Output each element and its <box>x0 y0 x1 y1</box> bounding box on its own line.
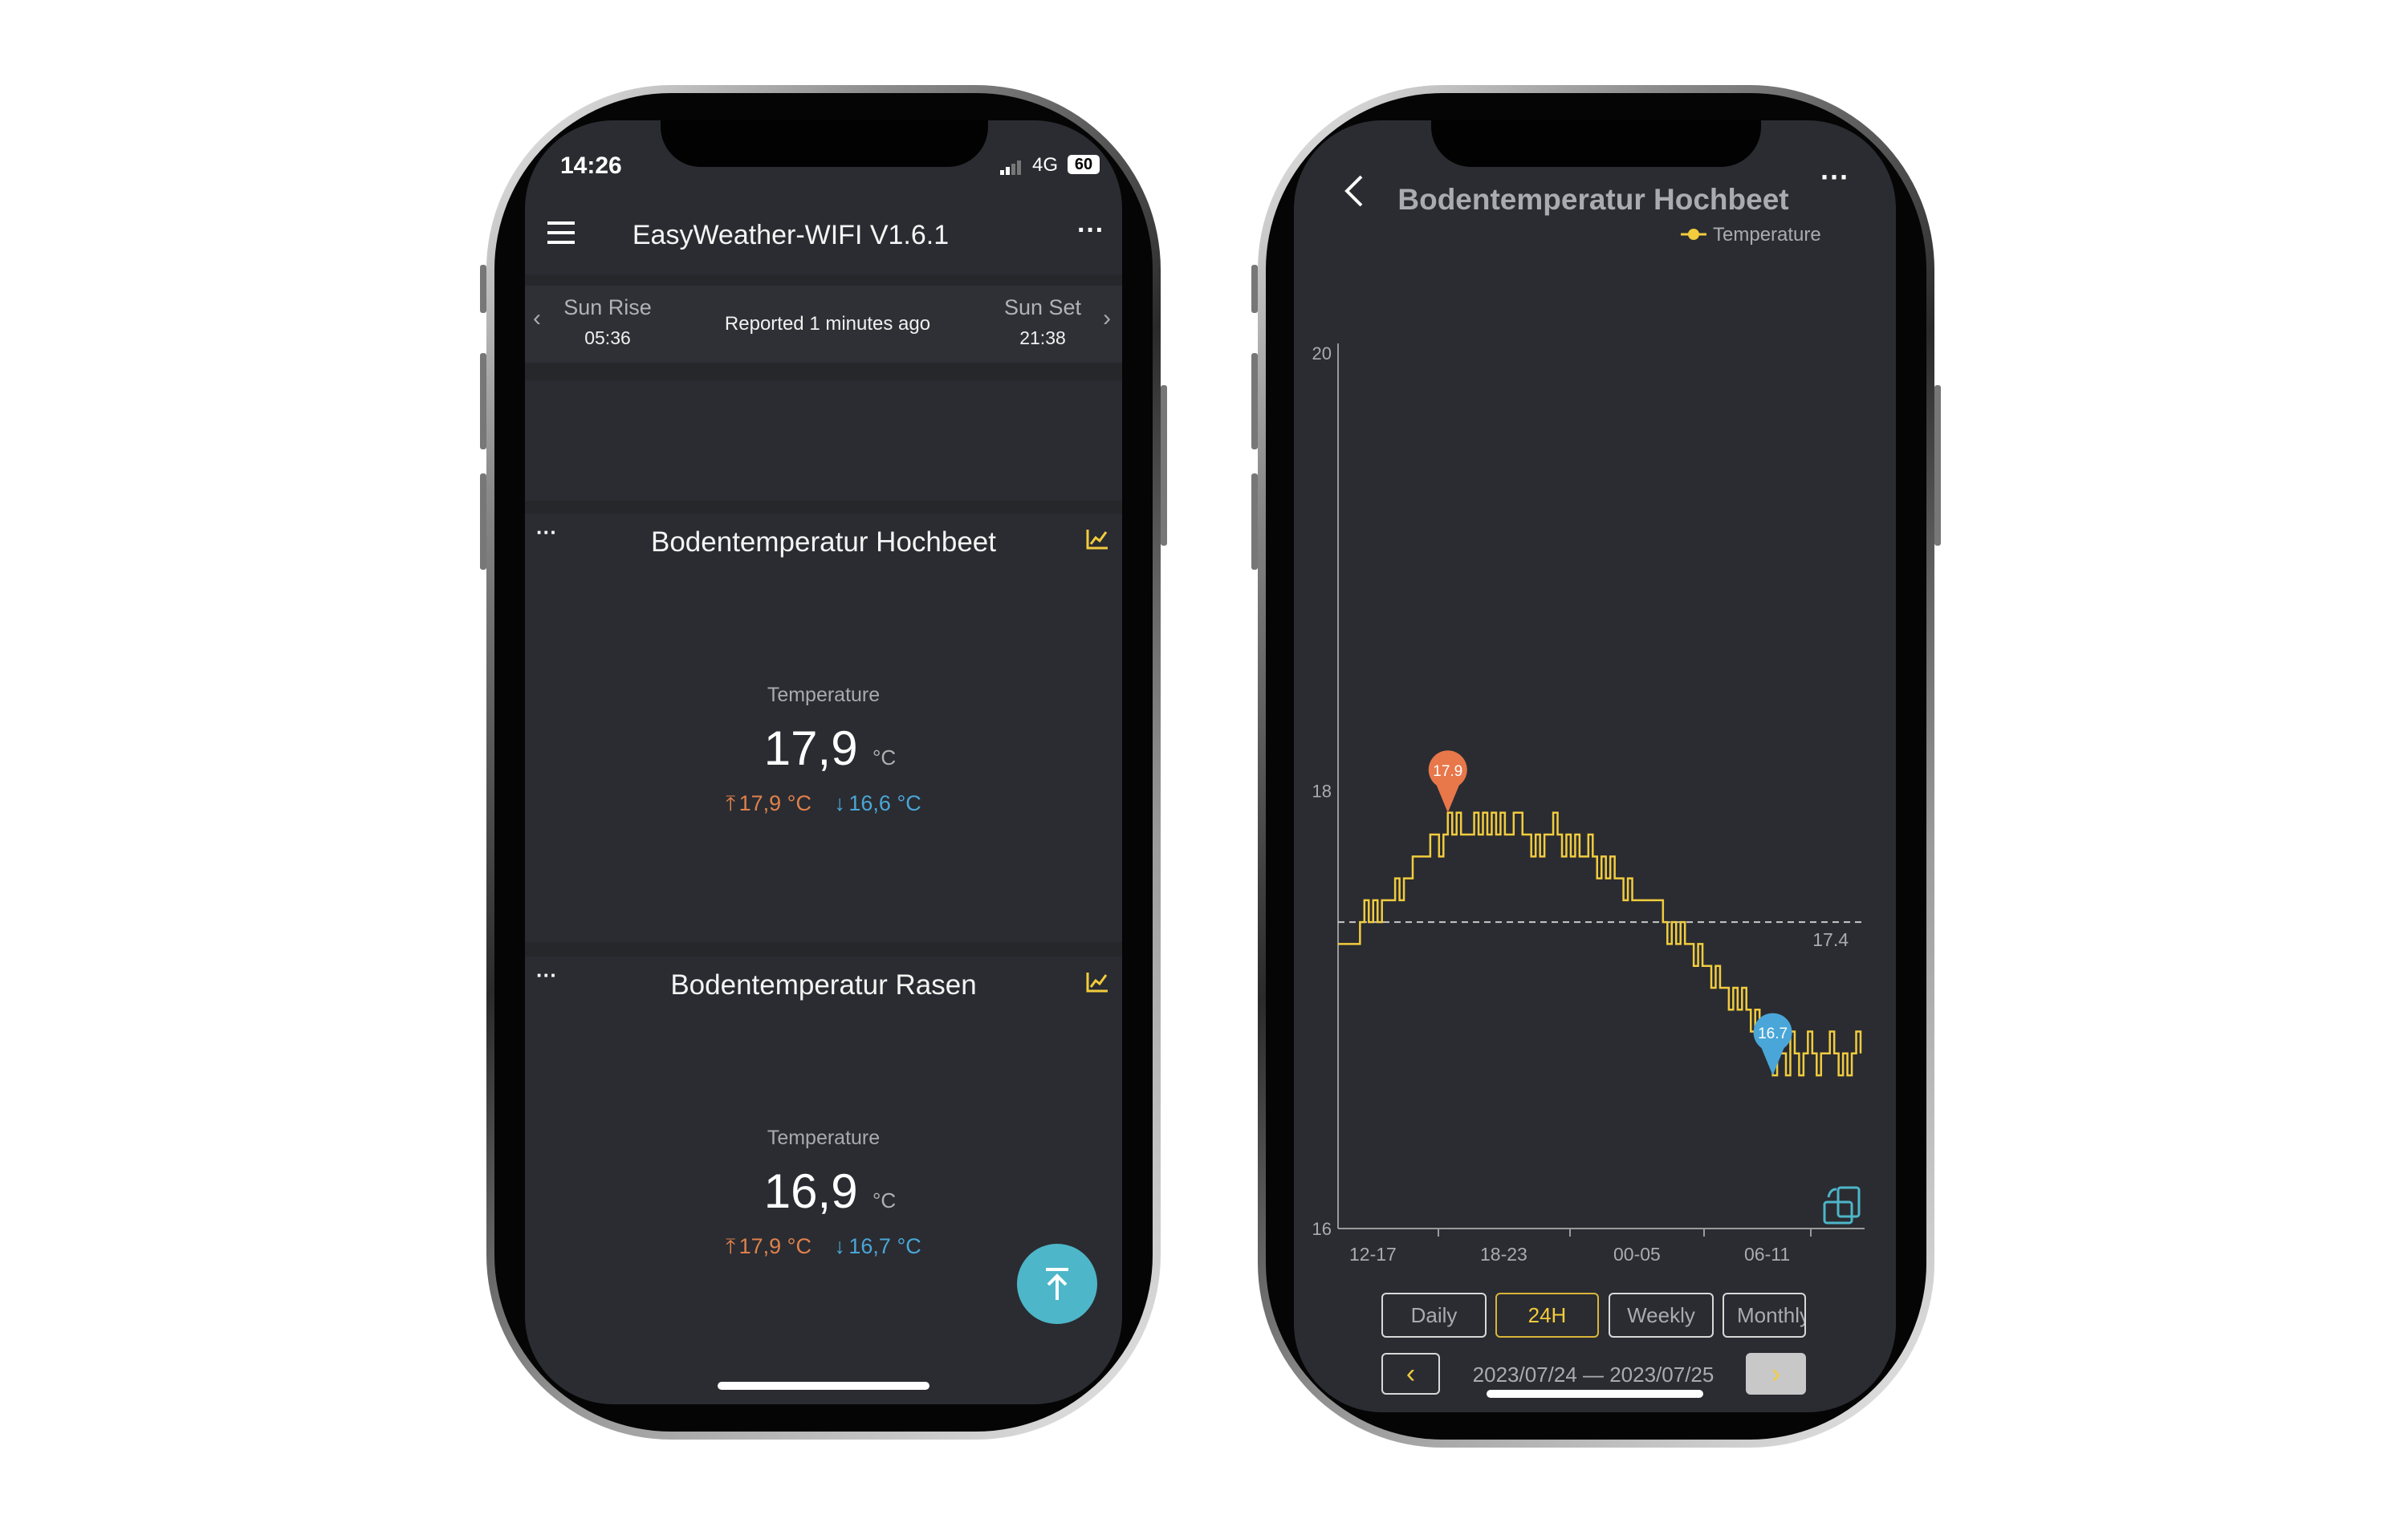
status-time: 14:26 <box>560 152 622 179</box>
reported-status: Reported 1 minutes ago <box>724 313 931 335</box>
side-button <box>1251 473 1258 570</box>
next-period-button[interactable]: › <box>1746 1353 1806 1395</box>
battery-icon: 60 <box>1068 155 1100 174</box>
empty-panel <box>525 380 1122 501</box>
min-value: 16,7 °C <box>848 1234 921 1258</box>
network-label: 4G <box>1032 154 1059 176</box>
x-tick-label: 00-05 <box>1613 1244 1661 1265</box>
range-weekly[interactable]: Weekly <box>1609 1293 1714 1338</box>
more-icon[interactable]: ··· <box>1077 215 1104 246</box>
x-tick-label: 06-11 <box>1744 1244 1790 1265</box>
average-label: 17.4 <box>1812 929 1849 950</box>
previous-period-button[interactable]: ‹ <box>1381 1353 1440 1395</box>
legend-label: Temperature <box>1713 224 1821 246</box>
min-max-row: ⤒ 17,9 °C ↓ 16,6 °C <box>726 791 921 817</box>
arrow-up-icon <box>1046 1268 1068 1300</box>
min-max-row: ⤒ 17,9 °C ↓ 16,7 °C <box>726 1234 921 1260</box>
min-arrow-icon: ↓ <box>834 1234 845 1258</box>
side-button <box>1934 385 1941 546</box>
max-marker-label: 17.9 <box>1433 763 1462 780</box>
temperature-unit: °C <box>872 745 897 770</box>
card-title: Bodentemperatur Hochbeet <box>651 526 996 558</box>
temperature-chart: Temperature 16 18 20 12-17 18-23 00-05 06-11 17.… <box>1312 224 1865 1265</box>
sensor-card[interactable]: ··· Bodentemperatur Rasen Temperature 16… <box>525 957 1122 1404</box>
x-tick-label: 12-17 <box>1349 1244 1397 1265</box>
chart-icon[interactable] <box>1085 528 1109 550</box>
divider <box>525 942 1122 957</box>
temperature-value: 17,9 <box>763 721 858 775</box>
temperature-label: Temperature <box>767 1127 881 1149</box>
side-button <box>480 265 486 313</box>
min-arrow-icon: ↓ <box>834 791 845 815</box>
chevron-right-icon[interactable]: › <box>1103 305 1111 332</box>
max-arrow-icon: ⤒ <box>726 791 736 815</box>
x-tick-label: 18-23 <box>1480 1244 1527 1265</box>
y-tick-label: 18 <box>1312 782 1332 802</box>
side-button <box>1161 385 1167 546</box>
side-button <box>480 473 486 570</box>
chevron-left-icon[interactable]: ‹ <box>533 305 541 332</box>
side-button <box>480 353 486 449</box>
range-monthly[interactable]: Monthly <box>1723 1293 1806 1338</box>
chart-icon[interactable] <box>1085 971 1109 993</box>
sun-set-label: Sun Set <box>1003 295 1082 319</box>
scroll-to-top-button[interactable] <box>1017 1244 1097 1324</box>
date-range: 2023/07/24 — 2023/07/25 <box>1472 1363 1714 1387</box>
home-indicator <box>1487 1390 1703 1398</box>
sun-rise-time: 05:36 <box>584 327 631 348</box>
sun-rise-label: Sun Rise <box>563 295 652 319</box>
max-value: 17,9 °C <box>738 1234 811 1258</box>
range-daily[interactable]: Daily <box>1381 1293 1487 1338</box>
y-tick-label: 20 <box>1312 343 1332 364</box>
card-more-icon[interactable]: ··· <box>536 520 557 545</box>
divider <box>525 501 1122 514</box>
legend-marker <box>1688 229 1699 240</box>
min-value: 16,6 °C <box>848 791 921 815</box>
sun-set-time: 21:38 <box>1019 327 1066 348</box>
divider <box>525 363 1122 380</box>
right-screen: Bodentemperatur Hochbeet ··· Temperature… <box>1294 120 1896 1412</box>
card-title: Bodentemperatur Rasen <box>670 969 977 1001</box>
rotate-screen-icon[interactable] <box>1822 1184 1862 1226</box>
divider <box>525 274 1122 286</box>
y-tick-label: 16 <box>1312 1219 1332 1239</box>
home-indicator <box>718 1382 929 1390</box>
temperature-value: 16,9 <box>763 1164 858 1218</box>
min-marker-label: 16.7 <box>1758 1026 1788 1042</box>
side-button <box>1251 265 1258 313</box>
max-arrow-icon: ⤒ <box>726 1234 736 1258</box>
max-marker-pin <box>1428 750 1467 813</box>
card-more-icon[interactable]: ··· <box>536 963 557 988</box>
signal-icon <box>1000 159 1024 175</box>
hamburger-icon[interactable] <box>547 221 575 244</box>
temperature-reading: 17,9 °C <box>764 721 896 776</box>
left-screen: 14:26 4G 60 EasyWeather-WIFI V1.6.1 ··· … <box>525 120 1122 1404</box>
temperature-reading: 16,9 °C <box>764 1164 896 1219</box>
range-24h[interactable]: 24H <box>1495 1293 1599 1338</box>
temperature-label: Temperature <box>767 684 881 706</box>
sun-info-bar: ‹ Sun Rise 05:36 Reported 1 minutes ago … <box>525 286 1122 363</box>
side-button <box>1251 353 1258 449</box>
notch <box>661 120 988 167</box>
app-title: EasyWeather-WIFI V1.6.1 <box>632 220 950 250</box>
sensor-card[interactable]: ··· Bodentemperatur Hochbeet Temperature… <box>525 514 1122 942</box>
max-value: 17,9 °C <box>738 791 811 815</box>
temperature-unit: °C <box>872 1188 897 1212</box>
